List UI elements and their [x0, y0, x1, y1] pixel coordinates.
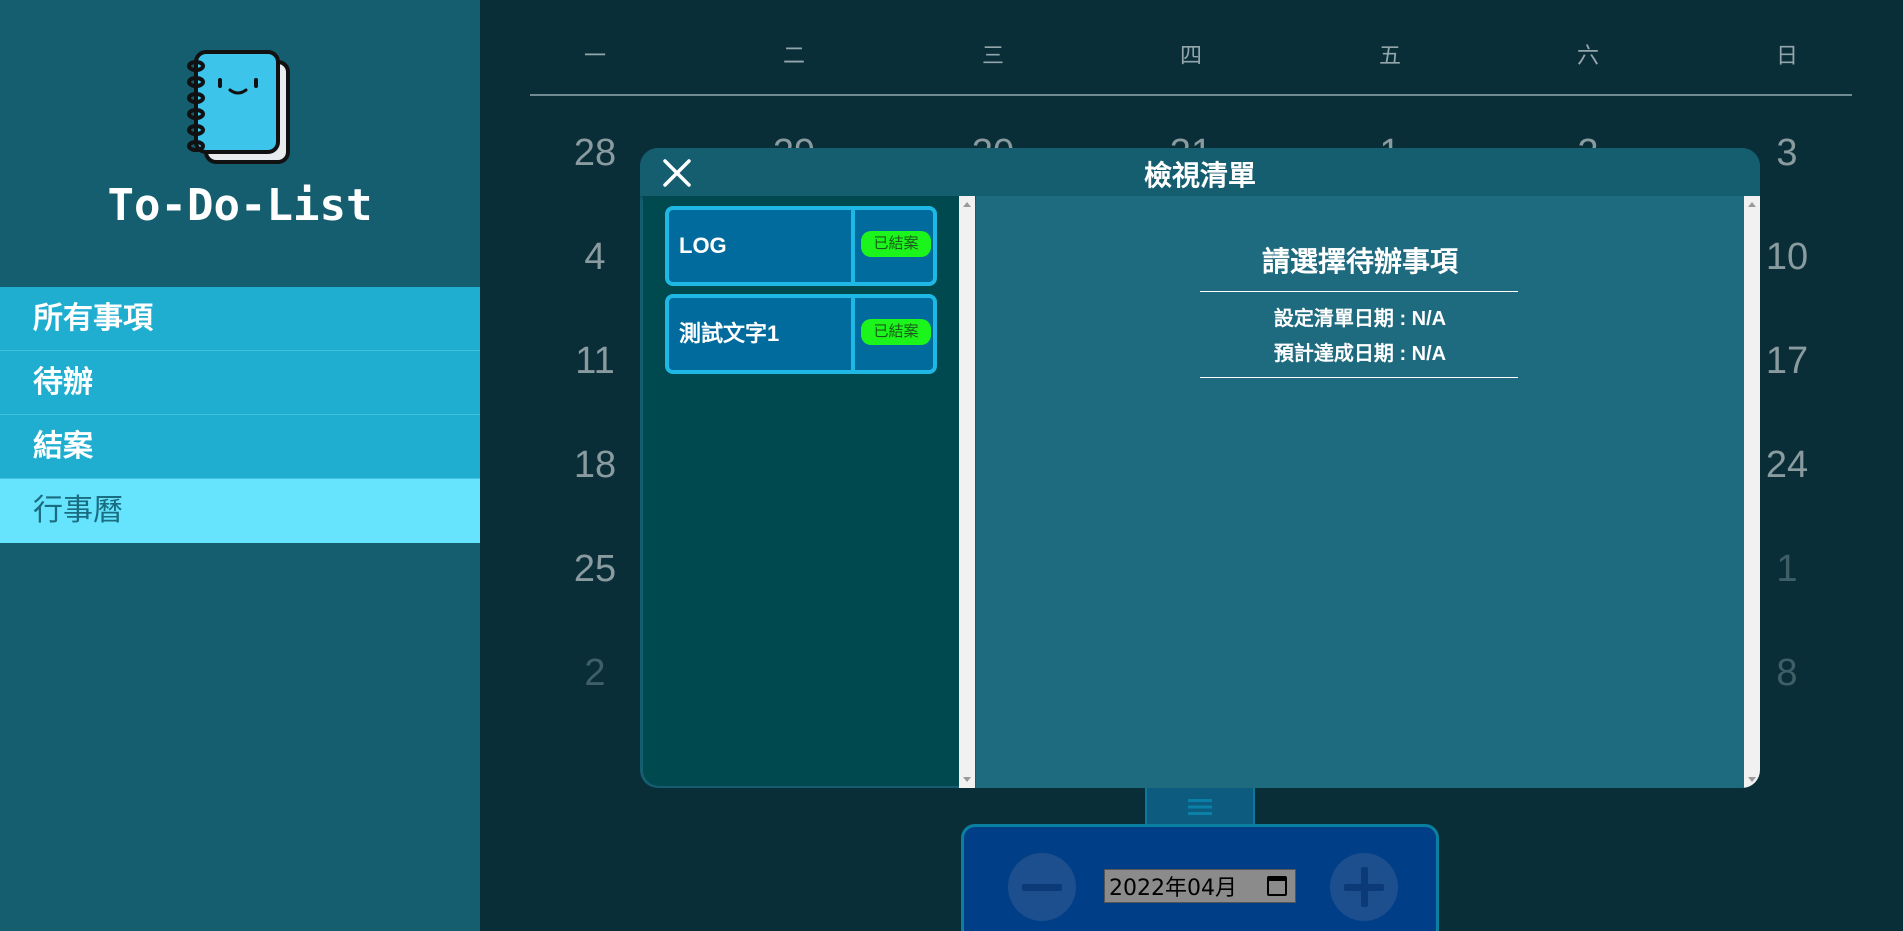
todo-detail-pane: 請選擇待辦事項 設定清單日期 : N/A 預計達成日期 : N/A — [976, 196, 1744, 788]
weekday-label: 一 — [583, 43, 606, 68]
divider — [1200, 291, 1518, 292]
todo-name: 測試文字1 — [679, 321, 780, 346]
todo-name: LOG — [679, 233, 727, 258]
status-badge: 已結案 — [861, 319, 931, 345]
scroll-up-arrow[interactable] — [963, 202, 971, 207]
calendar-day[interactable]: 2 — [555, 652, 635, 695]
next-month-button[interactable] — [1330, 853, 1398, 921]
sidebar-nav: 所有事項 待辦 結案 行事曆 — [0, 287, 480, 543]
prev-month-button[interactable] — [1008, 853, 1076, 921]
status-badge: 已結案 — [861, 231, 931, 257]
view-list-modal: 檢視清單 LOG 已結案 測試文字1 已結案 請選擇待辦事項 設定清單日期 : … — [640, 148, 1760, 788]
todo-divider — [851, 298, 855, 370]
detail-placeholder: 請選擇待辦事項 — [1261, 246, 1458, 277]
calendar-day[interactable]: 4 — [555, 236, 635, 279]
calendar-icon[interactable] — [1267, 876, 1287, 896]
minus-icon — [1022, 884, 1062, 891]
todo-divider — [851, 210, 855, 282]
controls-toggle-button[interactable] — [1145, 786, 1255, 826]
sidebar: To-Do-List 所有事項 待辦 結案 行事曆 — [0, 0, 480, 931]
month-input[interactable]: 2022年04月 — [1104, 869, 1296, 903]
scroll-down-arrow[interactable] — [1748, 777, 1756, 782]
calendar-day[interactable]: 11 — [555, 340, 635, 383]
detail-scrollbar[interactable] — [1744, 196, 1760, 788]
sidebar-item-calendar[interactable]: 行事曆 — [0, 479, 480, 543]
todo-card[interactable]: LOG 已結案 — [665, 206, 937, 286]
sidebar-item-todo[interactable]: 待辦 — [0, 351, 480, 415]
calendar-day[interactable]: 28 — [555, 132, 635, 175]
plus-icon-vertical — [1361, 867, 1368, 907]
scroll-down-arrow[interactable] — [963, 777, 971, 782]
sidebar-item-all[interactable]: 所有事項 — [0, 287, 480, 351]
set-date-text: 設定清單日期 : N/A — [1273, 308, 1447, 330]
calendar-day[interactable]: 18 — [555, 444, 635, 487]
modal-title: 檢視清單 — [1143, 160, 1256, 191]
month-control-panel: 2022年04月 — [961, 824, 1439, 931]
divider — [1200, 377, 1518, 378]
month-value: 2022年04月 — [1109, 876, 1237, 901]
notebook-icon — [187, 50, 290, 164]
weekday-label: 二 — [782, 43, 805, 68]
weekday-label: 三 — [981, 43, 1004, 68]
scroll-up-arrow[interactable] — [1748, 202, 1756, 207]
calendar-weekday-header: 一 二 三 四 五 六 日 — [530, 36, 1852, 96]
calendar-day[interactable]: 25 — [555, 548, 635, 591]
app-title: To-Do-List — [107, 180, 373, 231]
weekday-label: 六 — [1576, 43, 1599, 68]
weekday-label: 五 — [1378, 43, 1401, 68]
list-scrollbar[interactable] — [959, 196, 975, 788]
modal-header: 檢視清單 — [640, 148, 1760, 196]
weekday-label: 四 — [1179, 43, 1202, 68]
sidebar-item-closed[interactable]: 結案 — [0, 415, 480, 479]
todo-list-pane: LOG 已結案 測試文字1 已結案 — [643, 196, 959, 786]
due-date-text: 預計達成日期 : N/A — [1273, 343, 1447, 365]
todo-card[interactable]: 測試文字1 已結案 — [665, 294, 937, 374]
weekday-label: 日 — [1775, 43, 1798, 68]
menu-icon — [1188, 799, 1212, 815]
